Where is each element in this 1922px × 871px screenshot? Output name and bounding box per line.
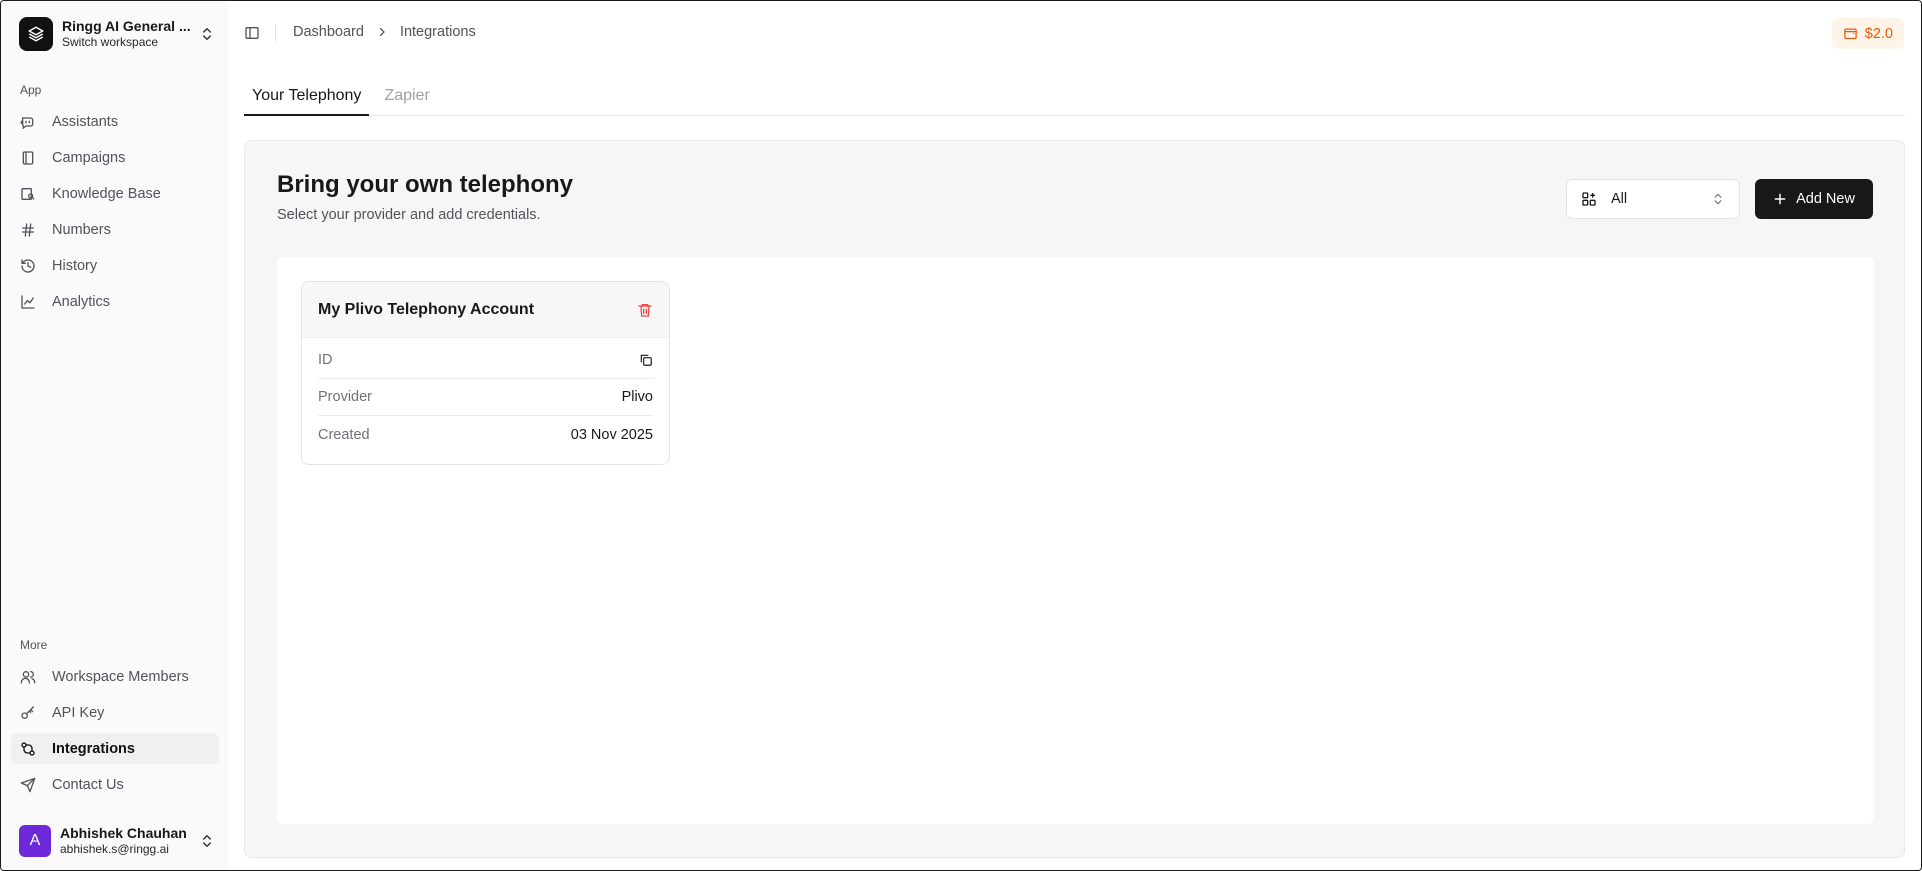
sidebar-item-label: Numbers: [52, 221, 111, 238]
users-icon: [20, 670, 36, 684]
breadcrumb-integrations: Integrations: [399, 24, 476, 40]
wallet-icon: [1844, 28, 1857, 40]
row-value: 03 Nov 2025: [570, 426, 653, 443]
sidebar-toggle-icon[interactable]: [244, 25, 260, 41]
workspace-name: Ringg AI General ...: [62, 18, 191, 34]
copy-icon[interactable]: [639, 353, 653, 367]
workspace-logo-icon: [19, 17, 53, 51]
workspace-switcher[interactable]: Ringg AI General ... Switch workspace: [19, 17, 215, 51]
app-section-label: App: [20, 83, 42, 97]
sidebar-item-integrations[interactable]: Integrations: [11, 733, 219, 764]
app-window: Ringg AI General ... Switch workspace Ap…: [0, 0, 1922, 871]
sidebar-item-label: Workspace Members: [52, 668, 189, 685]
provider-filter-select[interactable]: All: [1566, 179, 1740, 219]
card-row-provider: Provider Plivo: [318, 379, 653, 416]
chart-icon: [21, 294, 35, 309]
user-menu[interactable]: A Abhishek Chauhan abhishek.s@ringg.ai: [19, 823, 215, 859]
filter-grid-icon: [1582, 192, 1596, 206]
integrations-list: My Plivo Telephony Account ID Provider P…: [277, 257, 1874, 824]
chevrons-up-down-icon: [1714, 193, 1722, 205]
breadcrumb: Dashboard Integrations: [293, 24, 476, 40]
telephony-panel: Bring your own telephony Select your pro…: [244, 140, 1905, 858]
sidebar-item-campaigns[interactable]: Campaigns: [11, 142, 219, 173]
sidebar-item-label: Knowledge Base: [52, 185, 161, 202]
card-row-created: Created 03 Nov 2025: [318, 416, 653, 453]
page-title: Bring your own telephony: [277, 171, 574, 198]
user-email: abhishek.s@ringg.ai: [60, 842, 169, 856]
credit-amount: $2.0: [1864, 25, 1893, 42]
sidebar-item-label: History: [52, 257, 98, 274]
row-value: Plivo: [621, 389, 653, 405]
send-icon: [20, 777, 36, 792]
key-icon: [21, 705, 34, 719]
chevrons-up-down-icon: [203, 835, 211, 847]
card-row-id: ID: [318, 342, 653, 379]
integrations-icon: [21, 741, 35, 756]
user-name: Abhishek Chauhan: [60, 825, 187, 841]
sidebar-item-assistants[interactable]: Assistants: [11, 106, 219, 137]
sidebar-item-api-key[interactable]: API Key: [11, 697, 219, 728]
divider: [275, 24, 276, 42]
sidebar-item-knowledge-base[interactable]: Knowledge Base: [11, 178, 219, 209]
sidebar-item-history[interactable]: History: [11, 250, 219, 281]
page-subtitle: Select your provider and add credentials…: [277, 207, 541, 223]
sidebar: Ringg AI General ... Switch workspace Ap…: [1, 1, 228, 870]
plus-icon: [1774, 193, 1786, 205]
book-icon: [21, 187, 35, 200]
hash-icon: [22, 222, 34, 237]
card-details: ID Provider Plivo Created 03 Nov 2025: [302, 338, 669, 453]
sidebar-item-label: Analytics: [52, 293, 111, 310]
credit-balance-badge[interactable]: $2.0: [1831, 18, 1904, 49]
sidebar-item-label: Contact Us: [52, 776, 124, 793]
sidebar-item-label: API Key: [52, 704, 105, 721]
breadcrumb-dashboard[interactable]: Dashboard: [293, 24, 364, 40]
row-label: ID: [318, 352, 333, 368]
avatar: A: [19, 825, 51, 857]
sidebar-item-label: Campaigns: [52, 149, 126, 166]
sidebar-item-contact-us[interactable]: Contact Us: [11, 769, 219, 800]
sidebar-item-workspace-members[interactable]: Workspace Members: [11, 661, 219, 692]
more-section-label: More: [20, 638, 48, 652]
add-new-button[interactable]: Add New: [1755, 179, 1873, 219]
tab-bar: Your Telephony Zapier: [244, 81, 1905, 116]
tab-your-telephony[interactable]: Your Telephony: [244, 81, 370, 116]
workspace-subtitle: Switch workspace: [62, 35, 159, 49]
card-header: My Plivo Telephony Account: [302, 282, 669, 338]
main-content: Dashboard Integrations $2.0 Your Telepho…: [228, 1, 1921, 870]
add-new-label: Add New: [1796, 191, 1855, 207]
chevrons-up-down-icon: [203, 28, 211, 40]
tab-zapier[interactable]: Zapier: [376, 81, 437, 116]
row-label: Created: [318, 426, 370, 443]
trash-icon[interactable]: [637, 302, 653, 318]
topbar: Dashboard Integrations $2.0: [228, 1, 1921, 65]
history-icon: [21, 258, 35, 273]
filter-value: All: [1611, 191, 1628, 207]
row-label: Provider: [318, 389, 372, 405]
campaign-icon: [22, 150, 34, 165]
card-title: My Plivo Telephony Account: [318, 300, 535, 318]
bot-icon: [20, 116, 34, 129]
sidebar-item-numbers[interactable]: Numbers: [11, 214, 219, 245]
sidebar-item-analytics[interactable]: Analytics: [11, 286, 219, 317]
telephony-account-card[interactable]: My Plivo Telephony Account ID Provider P…: [301, 281, 670, 465]
sidebar-item-label: Assistants: [52, 113, 119, 130]
chevron-right-icon: [379, 27, 385, 37]
sidebar-item-label: Integrations: [52, 740, 135, 757]
